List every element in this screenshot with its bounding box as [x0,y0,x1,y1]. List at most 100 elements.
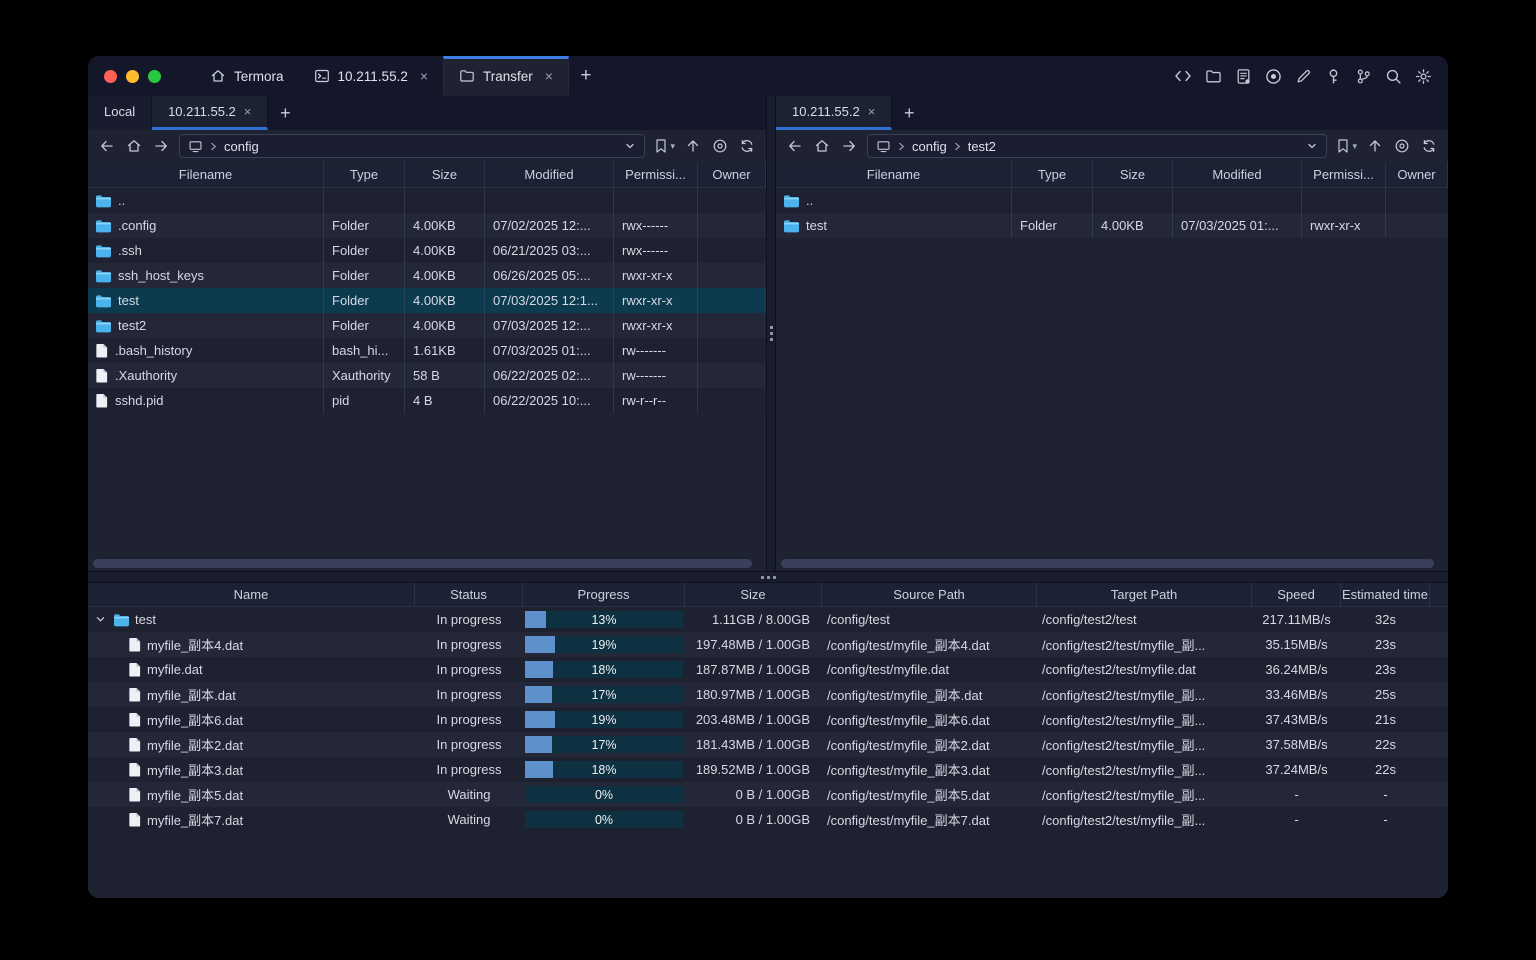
transfer-row[interactable]: myfile_副本5.dat Waiting 0% 0 B / 1.00GB /… [88,782,1448,807]
column-header-speed[interactable]: Speed [1252,583,1341,606]
refresh-icon[interactable] [1420,137,1438,155]
close-icon[interactable]: × [545,69,553,83]
file-row[interactable]: test2 Folder 4.00KB 07/03/2025 12:... rw… [88,313,766,338]
vertical-splitter[interactable] [766,96,776,571]
file-row[interactable]: .Xauthority Xauthority 58 B 06/22/2025 0… [88,363,766,388]
file-panels-area: Local 10.211.55.2 × + config ▾ Filename … [88,96,1448,571]
file-row[interactable]: .. [776,188,1448,213]
parent-directory-icon[interactable] [684,137,702,155]
new-panel-tab-button[interactable]: + [268,96,302,130]
file-row[interactable]: sshd.pid pid 4 B 06/22/2025 10:... rw-r-… [88,388,766,413]
tab-remote-session[interactable]: 10.211.55.2 × [152,96,269,130]
parent-directory-icon[interactable] [1366,137,1384,155]
new-tab-button[interactable]: + [569,56,603,96]
column-header-progress[interactable]: Progress [523,583,685,606]
show-hidden-files-icon[interactable] [711,137,729,155]
transfer-row[interactable]: myfile_副本6.dat In progress 19% 203.48MB … [88,707,1448,732]
search-icon[interactable] [1384,67,1402,85]
file-row[interactable]: .ssh Folder 4.00KB 06/21/2025 03:... rwx… [88,238,766,263]
home-icon[interactable] [813,137,831,155]
minimize-window-button[interactable] [126,69,139,83]
transfer-row[interactable]: test In progress 13% 1.11GB / 8.00GB /co… [88,607,1448,632]
branch-icon[interactable] [1354,67,1372,85]
key-icon[interactable] [1324,67,1342,85]
right-path-combobox[interactable]: config test2 [867,134,1328,158]
code-icon[interactable] [1174,67,1192,85]
column-header-filename[interactable]: Filename [776,162,1012,187]
home-icon[interactable] [125,137,143,155]
record-icon[interactable] [1264,67,1282,85]
column-header-source-path[interactable]: Source Path [822,583,1037,606]
close-icon[interactable]: × [420,69,428,83]
maximize-window-button[interactable] [148,69,161,83]
column-header-name[interactable]: Name [88,583,415,606]
tab-termora[interactable]: Termora [195,56,299,96]
file-row[interactable]: .bash_history bash_hi... 1.61KB 07/03/20… [88,338,766,363]
column-header-owner[interactable]: Owner [698,162,766,187]
path-segment[interactable]: config [912,139,947,154]
column-header-type[interactable]: Type [324,162,405,187]
tab-local[interactable]: Local [88,96,153,130]
column-header-size[interactable]: Size [685,583,822,606]
column-header-permissions[interactable]: Permissi... [1302,162,1386,187]
file-row[interactable]: .config Folder 4.00KB 07/02/2025 12:... … [88,213,766,238]
folder-icon[interactable] [1204,67,1222,85]
column-header-modified[interactable]: Modified [1173,162,1302,187]
log-icon[interactable] [1234,67,1252,85]
transfer-status: Waiting [447,787,491,802]
path-segment[interactable]: config [224,139,259,154]
tab-remote-session[interactable]: 10.211.55.2 × [776,96,893,130]
column-header-modified[interactable]: Modified [485,162,614,187]
column-header-type[interactable]: Type [1012,162,1093,187]
back-icon[interactable] [98,137,116,155]
column-header-filename[interactable]: Filename [88,162,324,187]
column-header-size[interactable]: Size [1093,162,1173,187]
horizontal-splitter[interactable] [88,571,1448,583]
close-icon[interactable]: × [868,105,876,118]
left-horizontal-scrollbar[interactable] [93,559,752,568]
bookmark-button[interactable]: ▾ [1336,138,1357,154]
transfer-row[interactable]: myfile_副本4.dat In progress 19% 197.48MB … [88,632,1448,657]
expand-chevron-icon[interactable] [94,614,107,625]
column-header-target-path[interactable]: Target Path [1037,583,1252,606]
file-row[interactable]: test Folder 4.00KB 07/03/2025 01:... rwx… [776,213,1448,238]
column-header-estimated-time[interactable]: Estimated time [1341,583,1430,606]
file-name: ssh_host_keys [118,268,204,283]
bookmark-button[interactable]: ▾ [654,138,675,154]
column-header-size[interactable]: Size [405,162,485,187]
column-header-owner[interactable]: Owner [1386,162,1448,187]
file-permissions: rw------- [614,363,698,388]
show-hidden-files-icon[interactable] [1393,137,1411,155]
file-row[interactable]: ssh_host_keys Folder 4.00KB 06/26/2025 0… [88,263,766,288]
path-segment[interactable]: test2 [968,139,996,154]
edit-icon[interactable] [1294,67,1312,85]
refresh-icon[interactable] [738,137,756,155]
forward-icon[interactable] [152,137,170,155]
transfer-row[interactable]: myfile_副本.dat In progress 17% 180.97MB /… [88,682,1448,707]
file-type [1012,188,1093,213]
transfer-row[interactable]: myfile_副本3.dat In progress 18% 189.52MB … [88,757,1448,782]
chevron-down-icon[interactable] [1306,140,1318,152]
forward-icon[interactable] [840,137,858,155]
right-horizontal-scrollbar[interactable] [781,559,1434,568]
right-pathbar: config test2 ▾ [776,130,1448,162]
column-header-status[interactable]: Status [415,583,523,606]
transfer-row[interactable]: myfile_副本2.dat In progress 17% 181.43MB … [88,732,1448,757]
chevron-down-icon[interactable] [624,140,636,152]
file-row[interactable]: test Folder 4.00KB 07/03/2025 12:1... rw… [88,288,766,313]
transfer-name: myfile_副本4.dat [147,638,244,653]
file-row[interactable]: .. [88,188,766,213]
new-panel-tab-button[interactable]: + [892,96,926,130]
transfer-row[interactable]: myfile_副本7.dat Waiting 0% 0 B / 1.00GB /… [88,807,1448,832]
tab-transfer[interactable]: Transfer × [443,56,569,96]
tab-ssh-session[interactable]: 10.211.55.2 × [299,56,444,96]
left-path-combobox[interactable]: config [179,134,646,158]
back-icon[interactable] [786,137,804,155]
file-owner [1386,188,1448,213]
column-header-permissions[interactable]: Permissi... [614,162,698,187]
close-icon[interactable]: × [244,105,252,118]
transfer-row[interactable]: myfile.dat In progress 18% 187.87MB / 1.… [88,657,1448,682]
file-modified [1173,188,1302,213]
settings-icon[interactable] [1414,67,1432,85]
close-window-button[interactable] [104,69,117,83]
